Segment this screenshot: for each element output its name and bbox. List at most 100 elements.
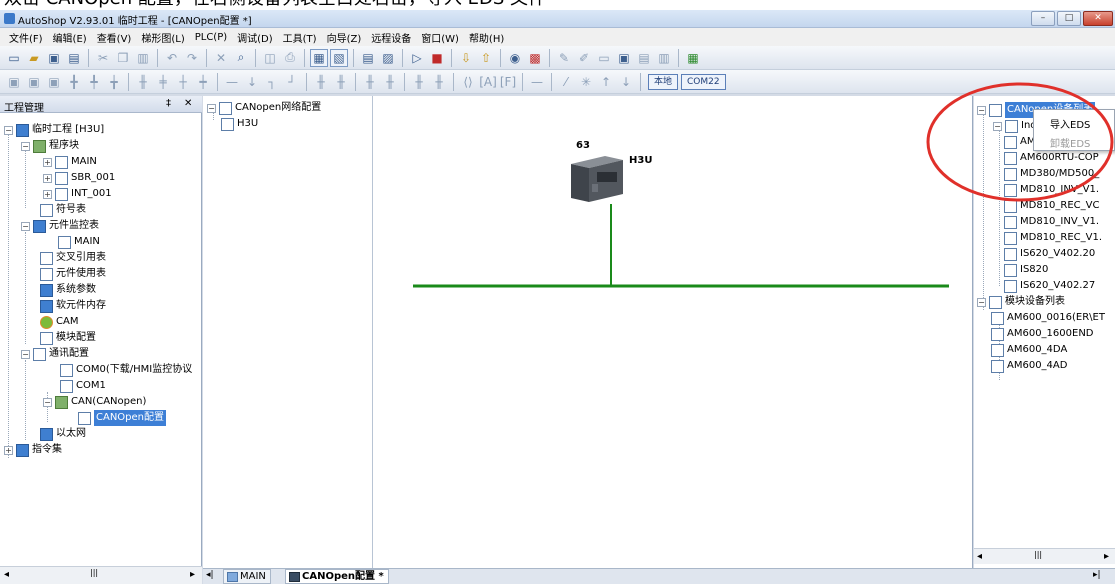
local-button[interactable]: 本地 <box>648 73 679 90</box>
device-item[interactable]: IS820 <box>1004 262 1048 278</box>
parallel-fall-icon[interactable]: ╫ <box>381 73 399 91</box>
network-root[interactable]: − CANopen网络配置 <box>207 100 321 116</box>
parallel-no-icon[interactable]: ╫ <box>312 73 330 91</box>
upload-icon[interactable]: ⇧ <box>477 49 495 67</box>
compile-icon[interactable]: ▤ <box>359 49 377 67</box>
chart-icon[interactable]: ▦ <box>684 49 702 67</box>
tree-item-com1[interactable]: COM1 <box>60 378 106 394</box>
tree-item-instruction-set[interactable]: + 指令集 <box>4 442 62 458</box>
tree-item-ethernet[interactable]: 以太网 <box>40 426 86 442</box>
print-icon[interactable]: ⎙ <box>281 49 299 67</box>
network-node-h3u[interactable]: H3U <box>221 116 258 132</box>
coil-set-icon[interactable]: ╫ <box>410 73 428 91</box>
tree-item-monitor-main[interactable]: MAIN <box>58 234 100 250</box>
device-item[interactable]: IS620_V402.20 <box>1004 246 1095 262</box>
expand-toggle[interactable]: + <box>4 445 13 455</box>
download-icon[interactable]: ⇩ <box>457 49 475 67</box>
expand-toggle[interactable]: + <box>43 189 52 199</box>
collapse-toggle[interactable]: − <box>207 103 216 113</box>
menu-remote-device[interactable]: 远程设备 <box>366 30 416 45</box>
coil-reset-icon[interactable]: ╫ <box>430 73 448 91</box>
tree-item-cam[interactable]: CAM <box>40 314 78 330</box>
menu-edit[interactable]: 编辑(E) <box>48 30 92 45</box>
app-instr-icon[interactable]: [A] <box>479 73 497 91</box>
contact-nc-icon[interactable]: ╪ <box>154 73 172 91</box>
ladder-func-icon[interactable]: ▣ <box>45 73 63 91</box>
func-block-icon[interactable]: [F] <box>499 73 517 91</box>
output-window-icon[interactable]: ▧ <box>330 48 348 67</box>
collapse-toggle[interactable]: − <box>4 125 13 135</box>
collapse-toggle[interactable]: − <box>977 297 986 307</box>
project-hscrollbar[interactable]: ◂ ||| ▸ <box>0 566 202 584</box>
stop-icon[interactable]: ■ <box>428 49 446 67</box>
contact-fall-icon[interactable]: ┿ <box>194 73 212 91</box>
insert-down-icon[interactable]: ╇ <box>85 73 103 91</box>
save-all-icon[interactable]: ▤ <box>65 49 83 67</box>
minimize-button[interactable]: – <box>1031 11 1055 26</box>
menu-view[interactable]: 查看(V) <box>92 30 137 45</box>
module-item[interactable]: AM600_4DA <box>991 342 1067 358</box>
vline2-icon[interactable]: ┘ <box>283 73 301 91</box>
rise-icon[interactable]: ↑ <box>597 73 615 91</box>
tree-item-root[interactable]: − 临时工程 [H3U] <box>4 122 104 138</box>
paste-icon[interactable]: ▥ <box>134 49 152 67</box>
insert-branch-icon[interactable]: ╋ <box>65 73 83 91</box>
tree-item-canopen-config[interactable]: CANOpen配置 <box>78 410 167 426</box>
project-window-icon[interactable]: ▦ <box>310 48 328 67</box>
delete-icon[interactable]: ✕ <box>212 49 230 67</box>
scroll-left-arrow[interactable]: ◂ <box>4 569 9 580</box>
collapse-toggle[interactable]: − <box>43 397 52 407</box>
expand-toggle[interactable]: + <box>43 157 52 167</box>
ladder-coil-icon[interactable]: ▣ <box>25 73 43 91</box>
tree-item-soft-memory[interactable]: 软元件内存 <box>40 298 106 314</box>
tree-item-monitor-table[interactable]: − 元件监控表 <box>21 218 99 234</box>
menu-ladder[interactable]: 梯形图(L) <box>136 30 189 45</box>
tree-item-main[interactable]: + MAIN <box>43 154 97 170</box>
print-preview-icon[interactable]: ◫ <box>261 49 279 67</box>
save-icon[interactable]: ▣ <box>45 49 63 67</box>
ladder-contact-icon[interactable]: ▣ <box>5 73 23 91</box>
invert-icon[interactable]: ⁄ <box>557 73 575 91</box>
menu-plc[interactable]: PLC(P) <box>190 32 232 43</box>
scroll-right-arrow[interactable]: ▸ <box>1104 551 1109 562</box>
device-group-modules[interactable]: − 模块设备列表 <box>977 294 1065 310</box>
vline-icon[interactable]: ↓ <box>243 73 261 91</box>
tree-item-program-block[interactable]: − 程序块 <box>21 138 79 154</box>
contact-no-icon[interactable]: ╫ <box>134 73 152 91</box>
monitor-icon[interactable]: ◉ <box>506 49 524 67</box>
tree-item-symbol-table[interactable]: 符号表 <box>40 202 86 218</box>
module-item[interactable]: AM600_4AD <box>991 358 1067 374</box>
tree-item-sbr[interactable]: + SBR_001 <box>43 170 115 186</box>
menu-tools[interactable]: 工具(T) <box>278 30 322 45</box>
tab-nav-left[interactable]: ◂| <box>206 570 214 580</box>
menu-debug[interactable]: 调试(D) <box>232 30 278 45</box>
tree-item-cross-ref[interactable]: 交叉引用表 <box>40 250 106 266</box>
edit-icon[interactable]: ✎ <box>555 49 573 67</box>
hline2-icon[interactable]: ┐ <box>263 73 281 91</box>
panel-close-icon[interactable]: ✕ <box>184 98 192 109</box>
compile-all-icon[interactable]: ▨ <box>379 49 397 67</box>
tree-item-can[interactable]: − CAN(CANopen) <box>43 394 146 410</box>
line-icon[interactable]: — <box>528 73 546 91</box>
device-list-hscrollbar[interactable]: ◂ ||| ▸ <box>974 548 1115 564</box>
collapse-toggle[interactable]: − <box>21 141 30 151</box>
maximize-button[interactable]: □ <box>1057 11 1081 26</box>
tab-canopen-config[interactable]: CANOpen配置 * <box>285 569 389 584</box>
expand-toggle[interactable]: + <box>43 173 52 183</box>
parallel-rise-icon[interactable]: ╫ <box>361 73 379 91</box>
layout-icon[interactable]: ▥ <box>655 49 673 67</box>
write-icon[interactable]: ✐ <box>575 49 593 67</box>
scroll-grip[interactable]: ||| <box>1034 550 1042 559</box>
run-icon[interactable]: ▷ <box>408 49 426 67</box>
open-folder-icon[interactable]: ▰ <box>25 49 43 67</box>
new-file-icon[interactable]: ▭ <box>5 49 23 67</box>
hline-icon[interactable]: — <box>223 73 241 91</box>
mep-icon[interactable]: ✳ <box>577 73 595 91</box>
redo-icon[interactable]: ↷ <box>183 49 201 67</box>
tree-item-usage-table[interactable]: 元件使用表 <box>40 266 106 282</box>
device-item[interactable]: MD810_REC_V1. <box>1004 230 1102 246</box>
tree-item-int[interactable]: + INT_001 <box>43 186 112 202</box>
menu-file[interactable]: 文件(F) <box>4 30 48 45</box>
scroll-right-arrow[interactable]: ▸ <box>190 569 195 580</box>
device-item[interactable]: MD810_INV_V1. <box>1004 214 1099 230</box>
